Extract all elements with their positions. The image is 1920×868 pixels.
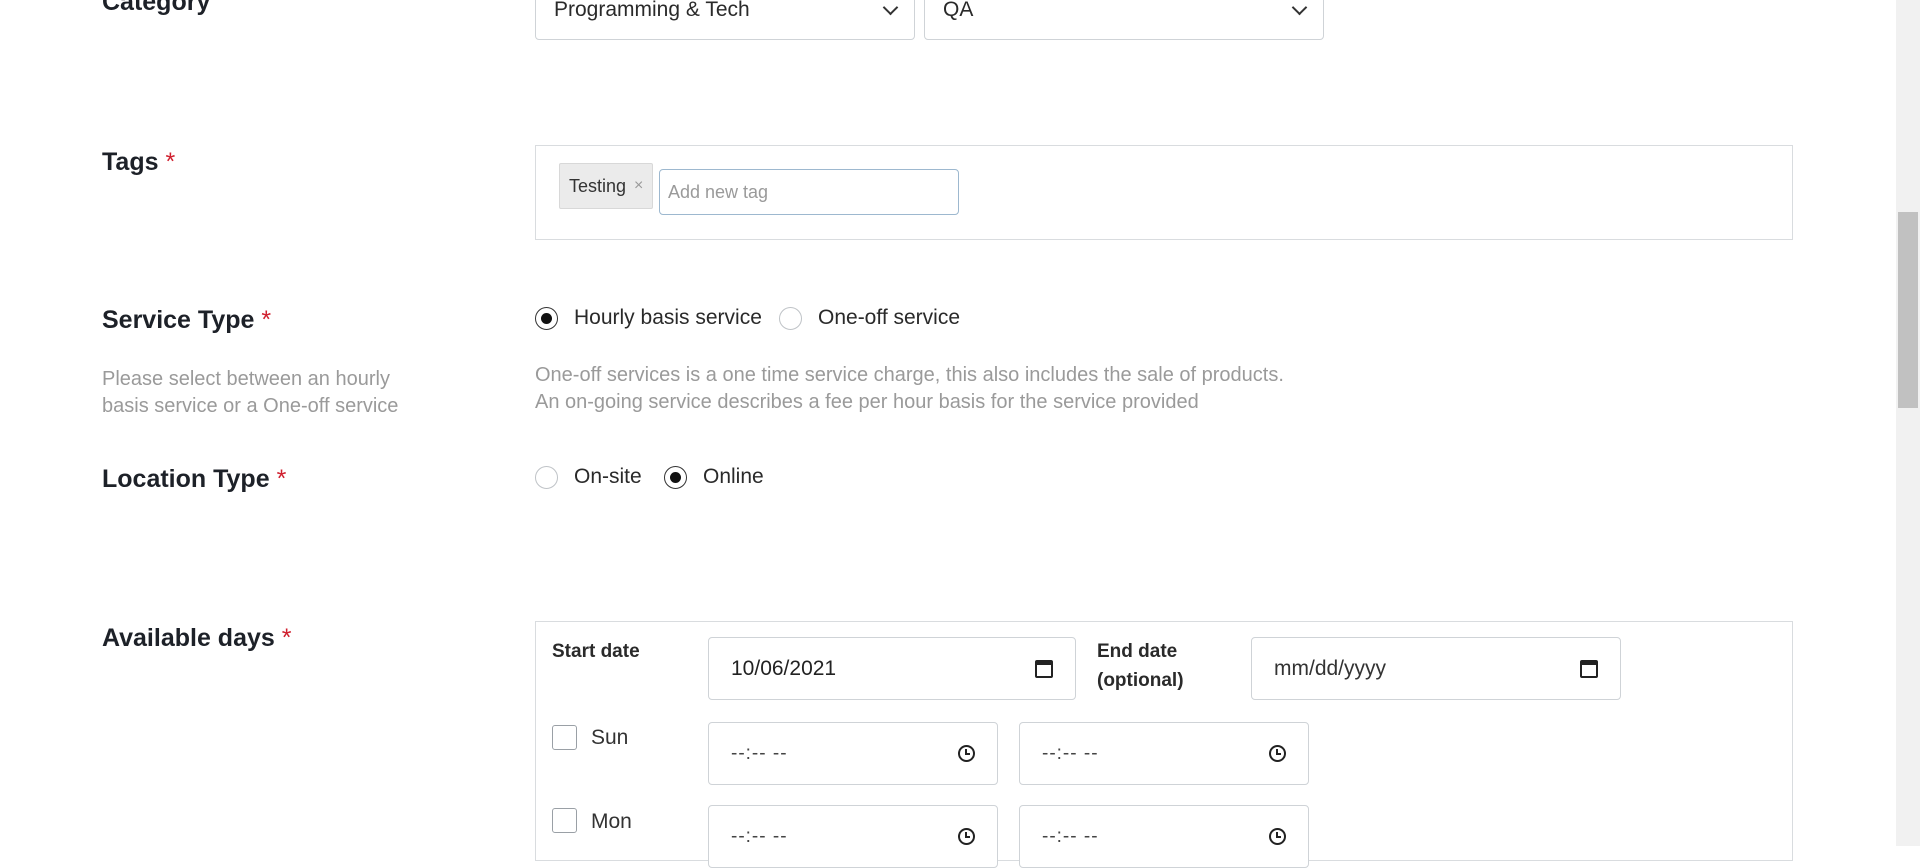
- radio-one-off[interactable]: [779, 307, 802, 330]
- mon-end-time-value: --:-- --: [1042, 825, 1099, 847]
- clock-icon[interactable]: [958, 828, 975, 845]
- end-date-label-line1: End date: [1097, 641, 1178, 662]
- location-type-label: Location Type *: [102, 465, 286, 494]
- tag-chip-testing: Testing ×: [559, 163, 654, 209]
- sun-start-time-value: --:-- --: [731, 742, 788, 764]
- tag-chip-label: Testing: [569, 175, 627, 196]
- category-select-value: Programming & Tech: [554, 0, 750, 21]
- sun-end-time-value: --:-- --: [1042, 742, 1099, 764]
- start-date-input[interactable]: 10/06/2021: [708, 637, 1076, 700]
- available-days-label-text: Available days: [102, 624, 275, 652]
- category-label: Category: [102, 0, 211, 16]
- scrollbar-thumb[interactable]: [1898, 212, 1918, 408]
- required-mark: *: [261, 306, 272, 334]
- service-type-description-line2: An on-going service describes a fee per …: [535, 391, 1199, 413]
- clock-icon[interactable]: [958, 745, 975, 762]
- mon-start-time-value: --:-- --: [731, 825, 788, 847]
- radio-one-off-label[interactable]: One-off service: [818, 306, 960, 330]
- checkbox-sun[interactable]: [552, 725, 577, 750]
- subcategory-select[interactable]: QA: [924, 0, 1324, 40]
- location-type-label-text: Location Type: [102, 465, 270, 493]
- radio-online[interactable]: [664, 466, 687, 489]
- chevron-down-icon: [1291, 0, 1308, 15]
- clock-icon[interactable]: [1269, 745, 1286, 762]
- subcategory-select-value: QA: [943, 0, 974, 21]
- mon-end-time-input[interactable]: --:-- --: [1019, 805, 1309, 868]
- end-date-input[interactable]: mm/dd/yyyy: [1251, 637, 1621, 700]
- page-scrollbar[interactable]: [1896, 0, 1920, 846]
- service-type-hint: Please select between an hourly basis se…: [102, 368, 399, 417]
- close-icon[interactable]: ×: [634, 177, 643, 195]
- available-days-label: Available days *: [102, 624, 291, 653]
- day-label-mon: Mon: [591, 810, 632, 833]
- service-type-description-line1: One-off services is a one time service c…: [535, 364, 1284, 386]
- radio-hourly-basis[interactable]: [535, 307, 558, 330]
- tags-label-text: Tags: [102, 148, 159, 176]
- calendar-icon[interactable]: [1580, 659, 1598, 678]
- required-mark: *: [276, 465, 287, 493]
- sun-start-time-input[interactable]: --:-- --: [708, 722, 998, 785]
- end-date-label: End date (optional): [1097, 637, 1184, 695]
- start-date-label: Start date: [552, 641, 640, 662]
- mon-start-time-input[interactable]: --:-- --: [708, 805, 998, 868]
- checkbox-mon[interactable]: [552, 808, 577, 833]
- service-type-label: Service Type *: [102, 306, 271, 335]
- radio-on-site[interactable]: [535, 466, 558, 489]
- required-mark: *: [281, 624, 292, 652]
- clock-icon[interactable]: [1269, 828, 1286, 845]
- chevron-down-icon: [882, 0, 899, 15]
- service-type-label-text: Service Type: [102, 306, 255, 334]
- end-date-placeholder: mm/dd/yyyy: [1274, 656, 1387, 680]
- calendar-icon[interactable]: [1035, 659, 1053, 678]
- radio-online-label[interactable]: Online: [703, 465, 764, 489]
- day-label-sun: Sun: [591, 726, 629, 749]
- sun-end-time-input[interactable]: --:-- --: [1019, 722, 1309, 785]
- category-select[interactable]: Programming & Tech: [535, 0, 915, 40]
- required-mark: *: [165, 148, 176, 176]
- add-tag-input[interactable]: [659, 169, 959, 215]
- radio-on-site-label[interactable]: On-site: [574, 465, 642, 489]
- radio-hourly-basis-label[interactable]: Hourly basis service: [574, 306, 762, 330]
- start-date-value: 10/06/2021: [731, 656, 837, 680]
- end-date-label-line2: (optional): [1097, 670, 1184, 691]
- tags-label: Tags *: [102, 148, 175, 177]
